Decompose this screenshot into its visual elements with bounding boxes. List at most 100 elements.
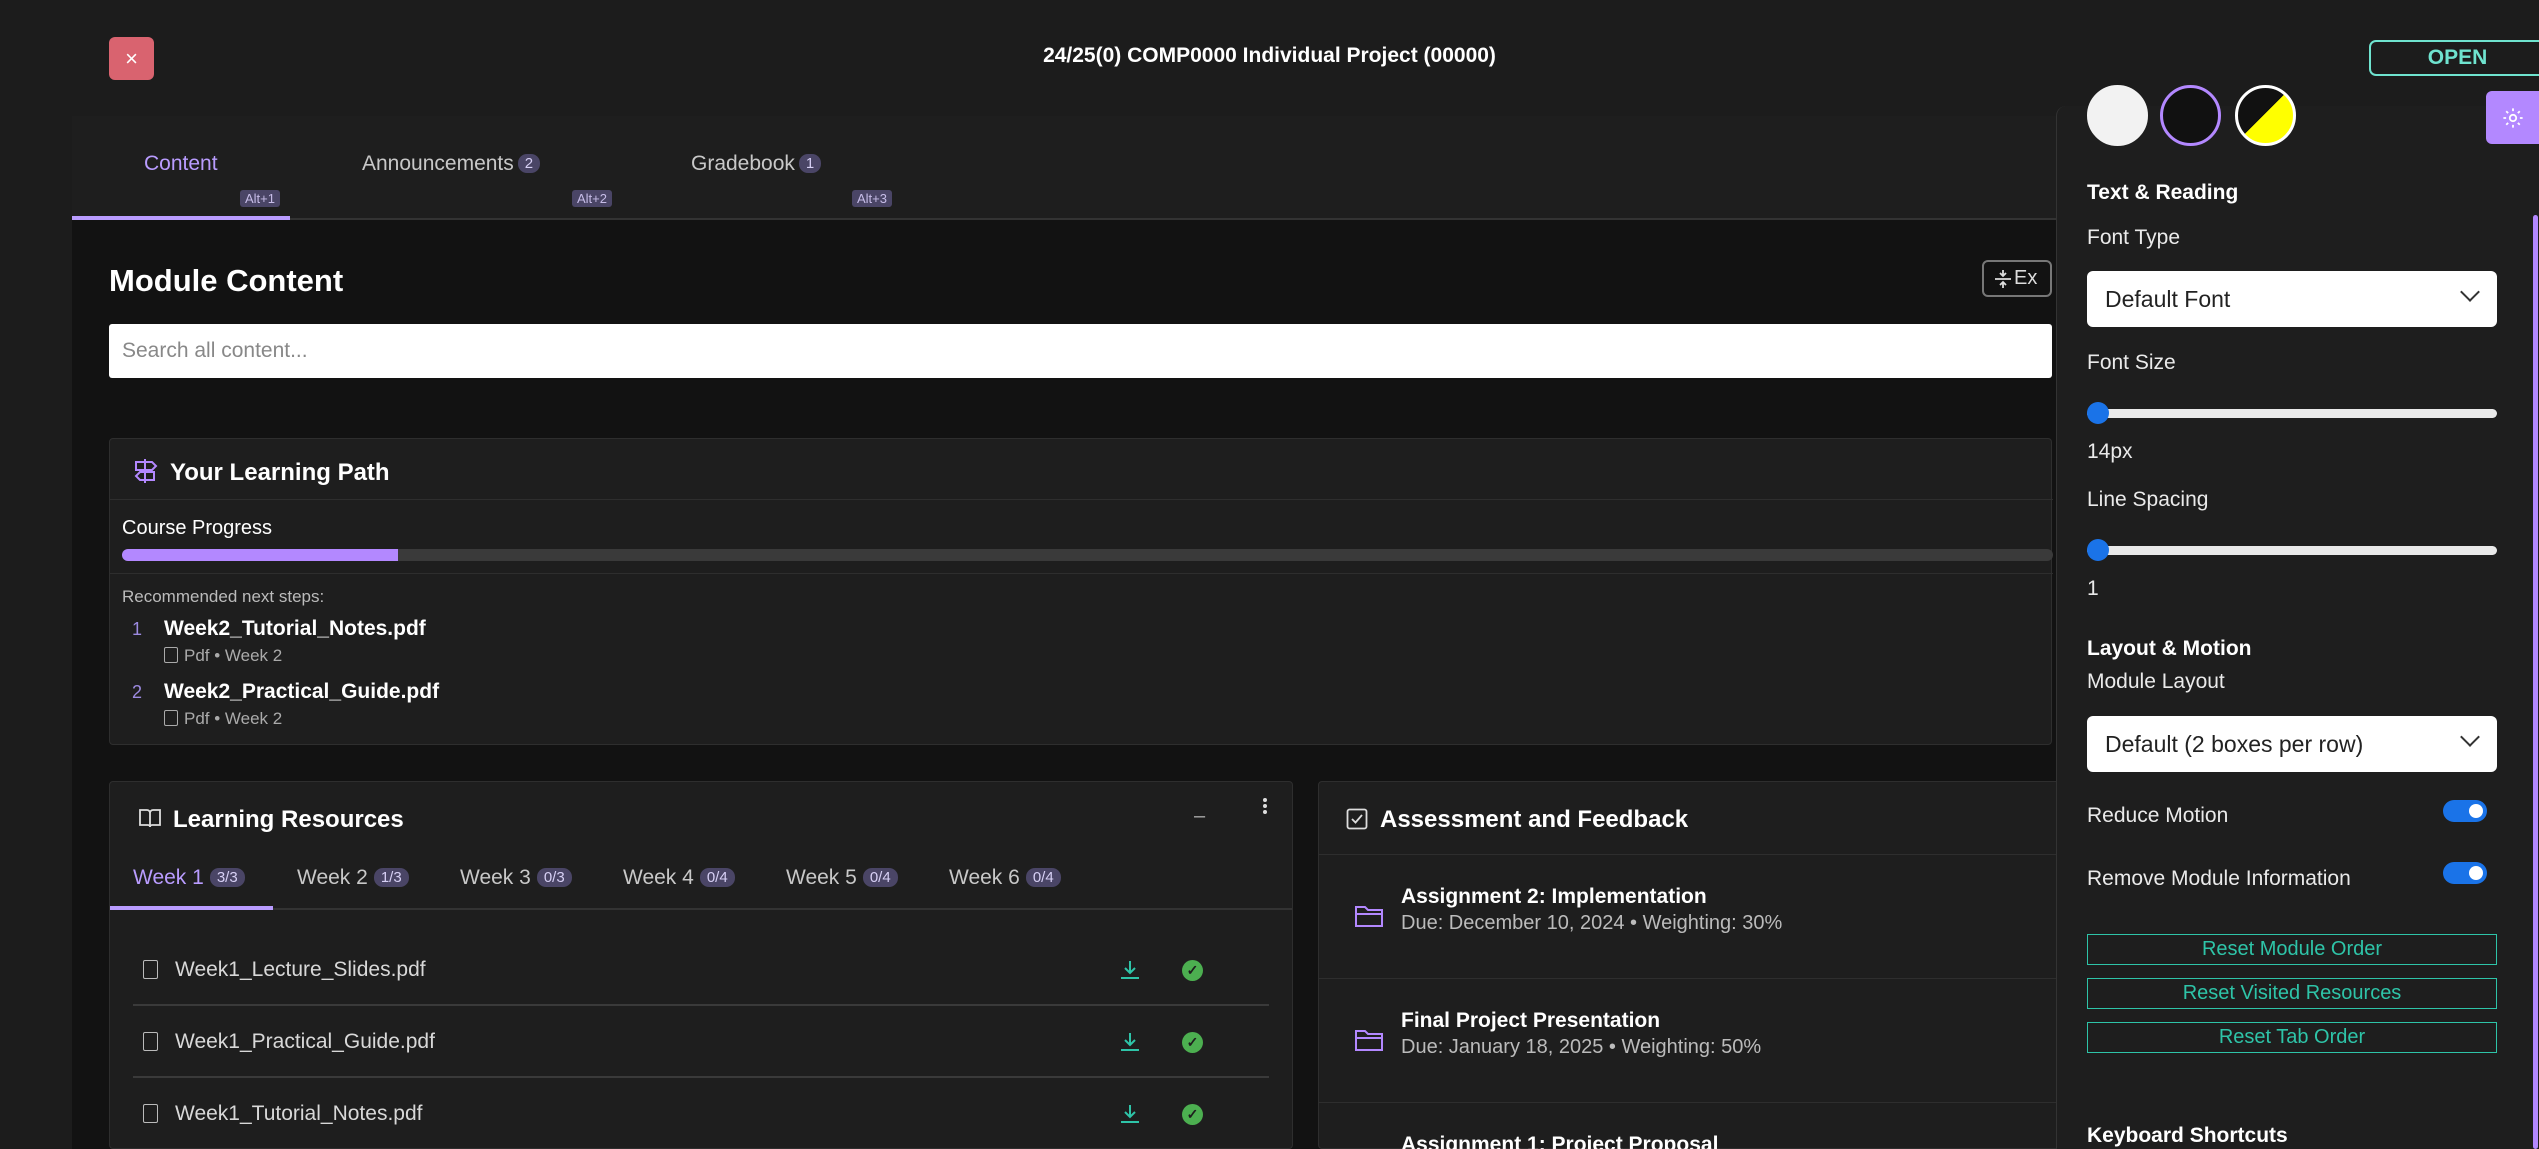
progress-bar [122,549,2053,561]
theme-high-contrast-swatch[interactable] [2235,85,2296,146]
line-spacing-slider[interactable] [2087,539,2497,561]
tab-gradebook[interactable]: Gradebook 1 Alt+3 [691,116,991,220]
module-content-title: Module Content [109,263,344,298]
tab-content[interactable]: Content Alt+1 [72,116,290,220]
tab-shortcut: Alt+1 [240,190,280,207]
rec-meta: Pdf • Week 2 [184,646,283,665]
assessment-meta: Due: January 18, 2025 • Weighting: 50% [1401,1036,1762,1058]
reset-tab-order-button[interactable]: Reset Tab Order [2087,1022,2497,1053]
slider-thumb[interactable] [2087,539,2109,561]
theme-dark-swatch[interactable] [2160,85,2221,146]
tab-count: 1 [798,154,822,173]
remove-module-info-toggle[interactable] [2443,862,2487,884]
assessment-name: Final Project Presentation [1401,1009,1661,1032]
rec-name: Week2_Practical_Guide.pdf [164,680,440,703]
tab-label: Gradebook [691,152,795,175]
book-icon [139,809,161,828]
text-reading-heading: Text & Reading [2087,181,2239,204]
font-size-label: Font Size [2087,351,2176,374]
resource-name: Week1_Tutorial_Notes.pdf [175,1102,423,1125]
check-icon: ✓ [1182,1104,1203,1125]
progress-label: Course Progress [122,517,273,539]
week-tab[interactable]: Week 1 3/3 [133,866,245,890]
checkbox-icon [1346,808,1368,830]
week-tab[interactable]: Week 3 0/3 [460,866,572,890]
assessment-name: Assignment 2: Implementation [1401,885,1707,908]
gear-icon [2502,107,2523,128]
font-size-slider[interactable] [2087,402,2497,424]
tab-label: Content [144,152,218,175]
reset-visited-resources-button[interactable]: Reset Visited Resources [2087,978,2497,1009]
module-layout-label: Module Layout [2087,670,2225,693]
theme-light-swatch[interactable] [2087,85,2148,146]
folder-icon [1355,1030,1383,1051]
week-label: Week 3 [460,866,531,889]
assessment-title: Assessment and Feedback [1380,806,1689,833]
module-layout-select[interactable]: Default (2 boxes per row) [2087,716,2497,772]
search-input[interactable] [109,324,2052,378]
download-icon[interactable] [1118,1102,1142,1126]
minimize-button[interactable]: – [1194,805,1205,828]
resource-row[interactable]: Week1_Tutorial_Notes.pdf ✓ [133,1078,1269,1149]
week-count: 0/4 [1025,868,1061,887]
expand-label: Ex [2014,267,2038,289]
keyboard-shortcuts-heading: Keyboard Shortcuts [2087,1124,2288,1147]
status-badge: OPEN [2369,40,2539,76]
reduce-motion-label: Reduce Motion [2087,804,2229,827]
reset-module-order-button[interactable]: Reset Module Order [2087,934,2497,965]
week-label: Week 6 [949,866,1020,889]
tab-label: Announcements [362,152,514,175]
font-size-value: 14px [2087,440,2133,463]
rec-name: Week2_Tutorial_Notes.pdf [164,617,426,640]
assessment-item[interactable]: Assignment 2: Implementation Due: Decemb… [1318,855,2058,979]
assessment-item[interactable]: Assignment 1: Project Proposal [1318,1103,2058,1149]
divider [110,573,2053,574]
panel-scrollbar[interactable] [2533,215,2538,1149]
expand-all-button[interactable]: Ex [1982,260,2052,297]
week-label: Week 5 [786,866,857,889]
font-type-select[interactable]: Default Font [2087,271,2497,327]
active-week-indicator [110,906,273,910]
tab-announcements[interactable]: Announcements 2 Alt+2 [362,116,662,220]
week-tab[interactable]: Week 2 1/3 [297,866,409,890]
resource-row[interactable]: Week1_Lecture_Slides.pdf ✓ [133,934,1269,1006]
module-layout-value: Default (2 boxes per row) [2105,730,2364,757]
week-count: 0/4 [862,868,898,887]
week-label: Week 1 [133,866,204,889]
tab-count: 2 [517,154,541,173]
chevron-down-icon [2460,727,2480,747]
layout-motion-heading: Layout & Motion [2087,637,2252,660]
tab-shortcut: Alt+2 [572,190,612,207]
download-icon[interactable] [1118,1030,1142,1054]
top-bar: × 24/25(0) COMP0000 Individual Project (… [0,0,2539,116]
week-count: 1/3 [373,868,409,887]
divider [110,908,1292,910]
progress-fill [122,549,399,561]
page-title: 24/25(0) COMP0000 Individual Project (00… [1043,44,1496,67]
slider-thumb[interactable] [2087,402,2109,424]
learning-path-card: Your Learning Path Course Progress Recom… [109,438,2053,745]
divider [110,499,2053,500]
settings-button[interactable] [2486,91,2539,144]
line-spacing-value: 1 [2087,577,2099,600]
week-tab[interactable]: Week 5 0/4 [786,866,898,890]
reduce-motion-toggle[interactable] [2443,800,2487,822]
download-icon[interactable] [1118,958,1142,982]
week-label: Week 4 [623,866,694,889]
pdf-icon [143,960,158,979]
resource-row[interactable]: Week1_Practical_Guide.pdf ✓ [133,1006,1269,1078]
resource-name: Week1_Practical_Guide.pdf [175,1030,435,1053]
week-tab[interactable]: Week 4 0/4 [623,866,735,890]
pdf-icon [164,710,178,726]
folder-icon [1355,906,1383,927]
week-count: 0/4 [699,868,735,887]
resource-name: Week1_Lecture_Slides.pdf [175,958,426,981]
week-tab[interactable]: Week 6 0/4 [949,866,1061,890]
recommended-label: Recommended next steps: [122,587,325,606]
rec-number: 1 [132,619,143,639]
tab-shortcut: Alt+3 [852,190,892,207]
assessment-meta: Due: December 10, 2024 • Weighting: 30% [1401,912,1783,934]
rec-number: 2 [132,682,143,702]
drag-handle-icon[interactable] [1262,797,1268,815]
assessment-item[interactable]: Final Project Presentation Due: January … [1318,979,2058,1103]
